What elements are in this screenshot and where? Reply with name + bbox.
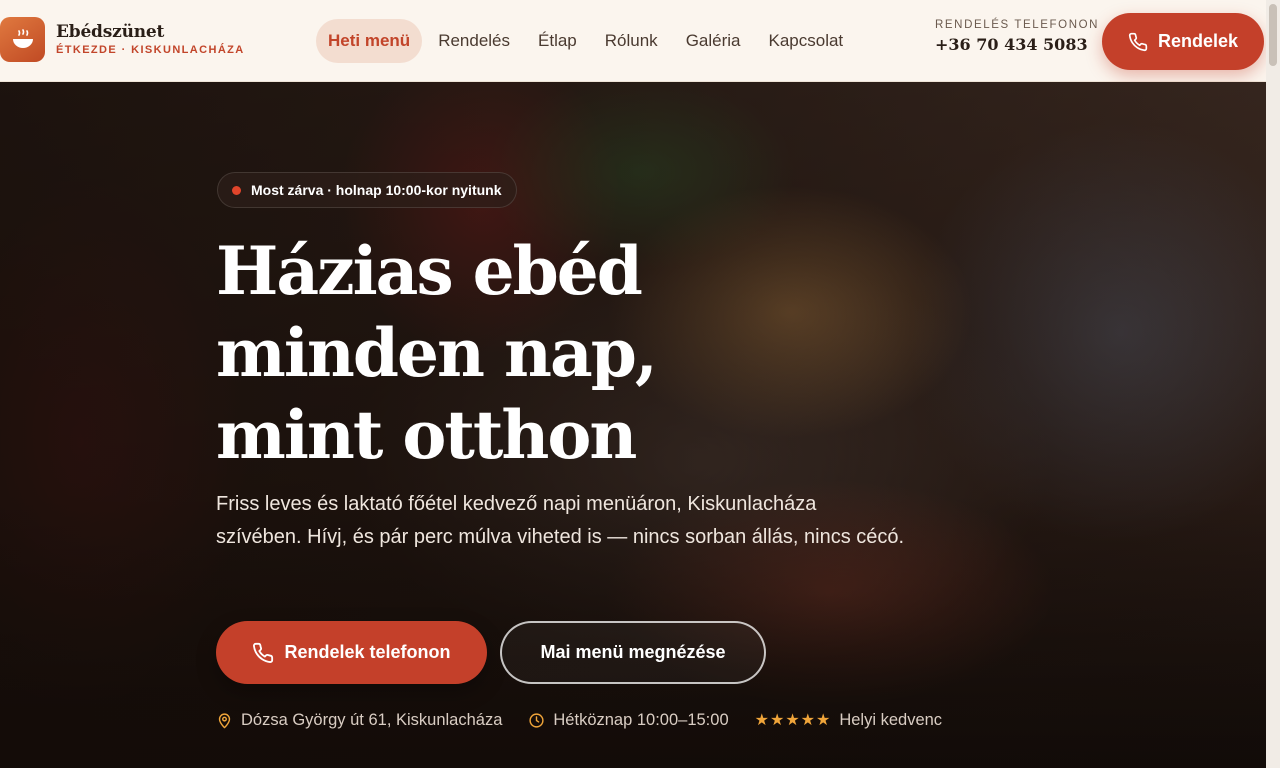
nav-item-galeria[interactable]: Galéria <box>674 19 753 63</box>
phone-icon <box>1128 32 1148 51</box>
hero-title-line-1: Házias ebéd <box>216 232 643 310</box>
hero-title-line-2: minden nap, <box>216 314 658 392</box>
order-by-phone-label: Rendelek telefonon <box>284 642 451 662</box>
hero-title: Házias ebéd minden nap, mint otthon <box>216 230 736 476</box>
page-scrollbar[interactable] <box>1266 0 1280 768</box>
hours-text: Hétköznap 10:00–15:00 <box>553 710 729 729</box>
hero-section: Most zárva · holnap 10:00-kor nyitunk Há… <box>0 82 1266 768</box>
site-header: Ebédszünet ÉTKEZDE · KISKUNLACHÁZA Heti … <box>0 0 1266 82</box>
clock-icon <box>529 712 544 728</box>
order-button[interactable]: Rendelek <box>1102 13 1264 70</box>
nav-item-etlap[interactable]: Étlap <box>526 19 589 63</box>
brand-subtitle: ÉTKEZDE · KISKUNLACHÁZA <box>56 44 245 56</box>
view-todays-menu-label: Mai menü megnézése <box>540 642 726 662</box>
hours-item: Hétköznap 10:00–15:00 <box>528 710 729 730</box>
nav-item-kapcsolat[interactable]: Kapcsolat <box>757 19 856 63</box>
order-button-label: Rendelek <box>1157 31 1239 51</box>
status-badge: Most zárva · holnap 10:00-kor nyitunk <box>217 172 517 208</box>
phone-number-link[interactable]: +36 70 434 5083 <box>935 35 1099 54</box>
bowl-icon <box>0 17 45 62</box>
star-rating-icon: ★★★★★ <box>754 712 832 729</box>
main-nav: Heti menü Rendelés Étlap Rólunk Galéria … <box>316 19 859 63</box>
header-phone-block: RENDELÉS TELEFONON +36 70 434 5083 <box>935 19 1099 54</box>
address-item: Dózsa György út 61, Kiskunlacháza <box>216 711 502 730</box>
nav-item-rolunk[interactable]: Rólunk <box>593 19 670 63</box>
location-pin-icon <box>218 712 231 728</box>
brand-logo-link[interactable]: Ebédszünet ÉTKEZDE · KISKUNLACHÁZA <box>0 17 245 62</box>
scrollbar-thumb[interactable] <box>1269 4 1277 66</box>
brand-name: Ebédszünet <box>56 22 165 42</box>
phone-label: RENDELÉS TELEFONON <box>935 19 1100 31</box>
hero-description: Friss leves és laktató főétel kedvező na… <box>216 493 905 548</box>
hero-meta-row: Dózsa György út 61, Kiskunlacháza Hétköz… <box>216 710 968 730</box>
nav-item-heti-menu[interactable]: Heti menü <box>316 19 423 63</box>
status-dot-icon <box>232 185 241 195</box>
order-by-phone-button[interactable]: Rendelek telefonon <box>216 621 487 684</box>
rating-item: ★★★★★ Helyi kedvenc <box>755 710 942 730</box>
phone-icon <box>253 642 274 663</box>
rating-text: Helyi kedvenc <box>839 710 943 729</box>
nav-item-rendeles[interactable]: Rendelés <box>426 19 522 63</box>
view-todays-menu-button[interactable]: Mai menü megnézése <box>500 621 766 684</box>
hero-title-line-3: mint otthon <box>216 396 637 474</box>
address-text: Dózsa György út 61, Kiskunlacháza <box>241 710 503 729</box>
status-text: Most zárva · holnap 10:00-kor nyitunk <box>251 182 502 198</box>
